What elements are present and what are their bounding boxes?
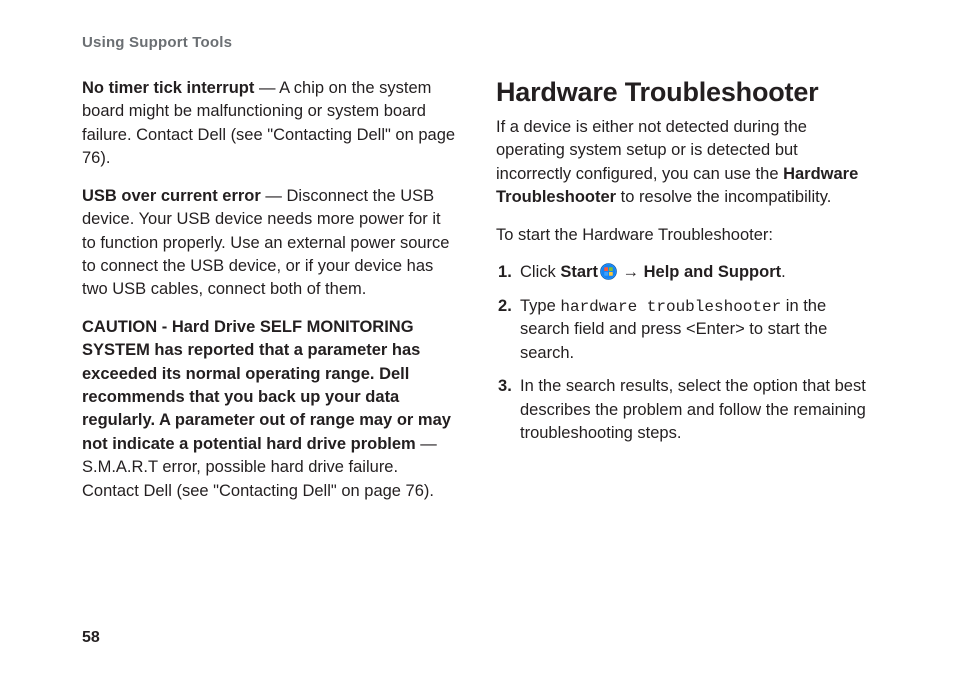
windows-start-icon — [600, 263, 617, 280]
step-2: Type hardware troubleshooter in the sear… — [520, 295, 872, 366]
step1-start: Start — [560, 263, 598, 281]
para-smart-caution: CAUTION - Hard Drive SELF MONITORING SYS… — [82, 316, 458, 503]
page-number: 58 — [82, 629, 100, 647]
step3-text: In the search results, select the option… — [520, 377, 866, 442]
term-smart-caution: CAUTION - Hard Drive SELF MONITORING SYS… — [82, 318, 451, 453]
step1-post: . — [781, 263, 786, 281]
para-no-timer-tick: No timer tick interrupt — A chip on the … — [82, 77, 458, 171]
page: Using Support Tools No timer tick interr… — [0, 0, 954, 677]
right-column: Hardware Troubleshooter If a device is e… — [496, 77, 872, 517]
step1-help-support: Help and Support — [644, 263, 782, 281]
intro-pre: If a device is either not detected durin… — [496, 118, 807, 183]
start-line: To start the Hardware Troubleshooter: — [496, 224, 872, 247]
step-3: In the search results, select the option… — [520, 375, 872, 445]
step1-arrow: → — [618, 263, 644, 281]
term-no-timer: No timer tick interrupt — [82, 79, 254, 97]
term-usb-overcurrent: USB over current error — [82, 187, 261, 205]
step-1: Click Start → Help and Support. — [520, 261, 872, 284]
step2-pre: Type — [520, 297, 560, 315]
two-column-layout: No timer tick interrupt — A chip on the … — [82, 77, 872, 517]
steps-list: Click Start → Help and Support. — [496, 261, 872, 445]
step2-command: hardware troubleshooter — [560, 298, 781, 316]
heading-hardware-troubleshooter: Hardware Troubleshooter — [496, 77, 872, 108]
left-column: No timer tick interrupt — A chip on the … — [82, 77, 458, 517]
intro-post: to resolve the incompatibility. — [616, 188, 831, 206]
para-usb-overcurrent: USB over current error — Disconnect the … — [82, 185, 458, 302]
step1-pre: Click — [520, 263, 560, 281]
intro-paragraph: If a device is either not detected durin… — [496, 116, 872, 210]
running-head: Using Support Tools — [82, 34, 872, 51]
